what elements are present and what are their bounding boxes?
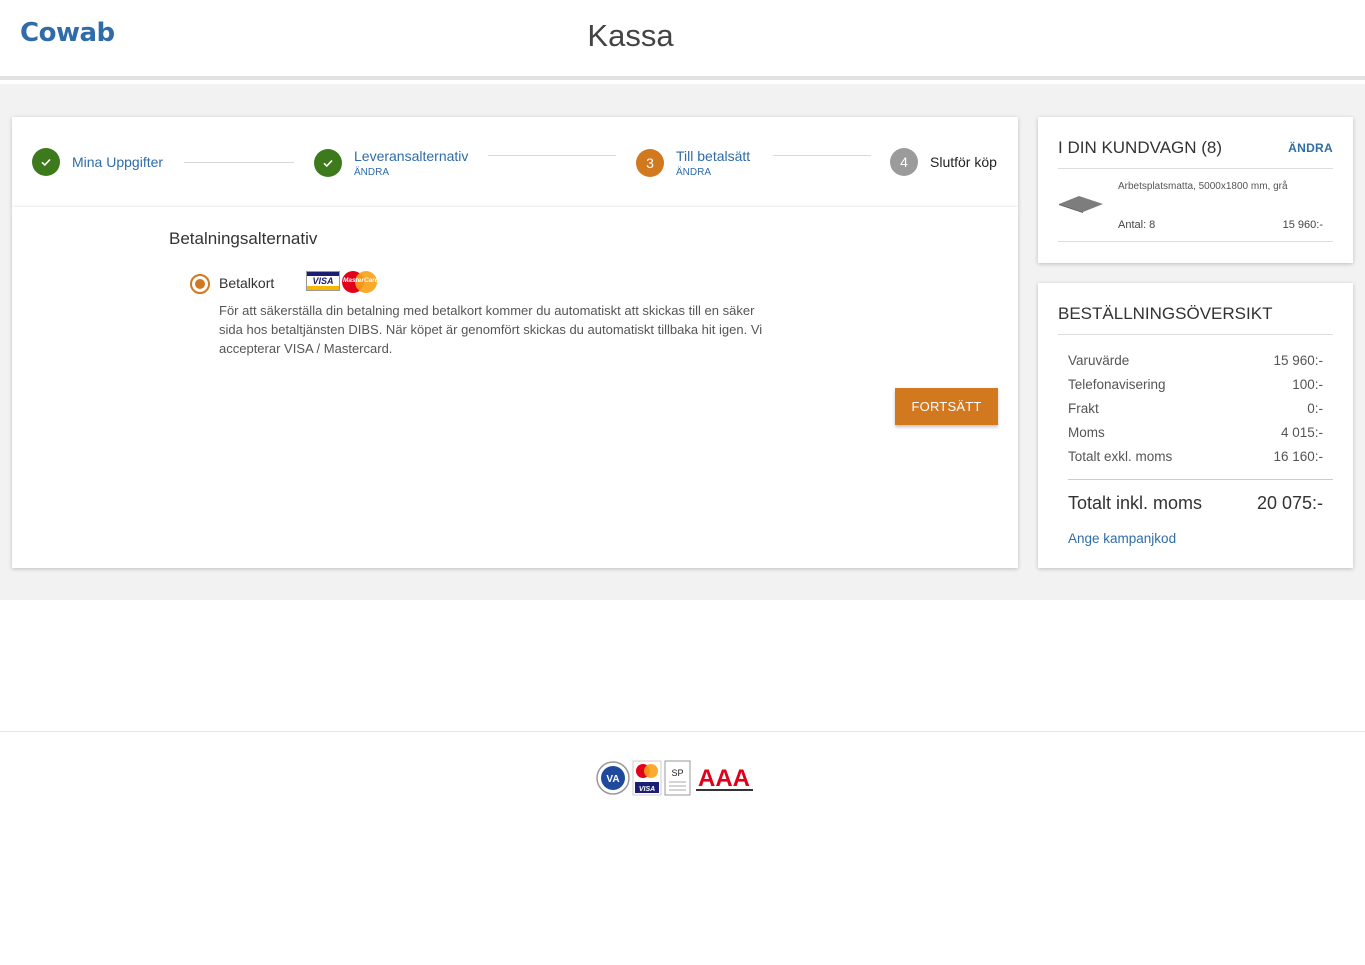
step-label: Leveransalternativ <box>354 148 469 164</box>
summary-row: Totalt exkl. moms 16 160:- <box>1068 449 1323 464</box>
cart-item-qty: Antal: 8 <box>1118 219 1156 231</box>
step-connector <box>773 155 871 156</box>
continue-button[interactable]: FORTSÄTT <box>895 388 998 425</box>
cart-panel: I DIN KUNDVAGN (8) ÄNDRA Arbetsplatsmatt… <box>1038 117 1353 263</box>
step-label: Mina Uppgifter <box>72 154 164 170</box>
mastercard-logo: MasterCard <box>342 271 379 293</box>
cart-edit-link[interactable]: ÄNDRA <box>1288 141 1333 155</box>
page-header: Cowab Kassa <box>0 0 1365 80</box>
check-icon <box>32 148 60 176</box>
product-image[interactable] <box>1059 195 1103 218</box>
payment-description: För att säkerställa din betalning med be… <box>219 303 763 356</box>
order-summary: BESTÄLLNINGSÖVERSIKT Varuvärde 15 960:- T… <box>1038 283 1353 568</box>
step-slutfor-kop: 4 Slutför köp <box>890 148 997 176</box>
summary-row: Varuvärde 15 960:- <box>1068 353 1323 368</box>
check-icon <box>314 149 342 177</box>
step-mina-uppgifter[interactable]: Mina Uppgifter <box>32 148 163 176</box>
cart-title: I DIN KUNDVAGN (8) <box>1058 138 1223 157</box>
step-number: 4 <box>890 148 918 176</box>
step-connector <box>488 155 616 156</box>
step-label: Slutför köp <box>930 154 997 170</box>
footer-divider <box>0 731 1365 732</box>
payment-radio-betalkort[interactable] <box>190 274 210 294</box>
summary-row: Telefonavisering 100:- <box>1068 377 1323 392</box>
payment-title: Betalningsalternativ <box>169 229 318 248</box>
divider <box>1058 168 1333 169</box>
svg-text:VISA: VISA <box>639 786 655 793</box>
trust-badges: VA VISA SP AAA <box>596 760 753 796</box>
summary-title: BESTÄLLNINGSÖVERSIKT <box>1058 304 1273 323</box>
sp-cert-icon: SP <box>664 760 691 796</box>
divider <box>1058 241 1333 242</box>
svg-text:VA: VA <box>606 774 619 785</box>
step-label: Till betalsätt <box>676 148 751 164</box>
payment-option-label[interactable]: Betalkort <box>219 275 274 291</box>
visa-logo: VISA <box>306 271 340 291</box>
checkout-steps: Mina Uppgifter Leveransalternativ ÄNDRA … <box>12 117 1018 207</box>
va-badge-icon: VA <box>596 761 630 795</box>
page-title: Kassa <box>587 18 674 53</box>
svg-text:SP: SP <box>671 768 683 778</box>
summary-row: Moms 4 015:- <box>1068 425 1323 440</box>
divider <box>1058 334 1333 335</box>
payment-section: Betalningsalternativ Betalkort VISA Mast… <box>12 207 1018 568</box>
cart-item-name[interactable]: Arbetsplatsmatta, 5000x1800 mm, grå <box>1118 181 1288 192</box>
cart-item-price: 15 960:- <box>1282 219 1323 231</box>
aaa-rating-icon: AAA <box>696 765 753 792</box>
step-leveransalternativ[interactable]: Leveransalternativ ÄNDRA <box>314 148 468 178</box>
summary-row: Frakt 0:- <box>1068 401 1323 416</box>
promo-code-link[interactable]: Ange kampanjkod <box>1068 531 1176 546</box>
step-till-betalsatt[interactable]: 3 Till betalsätt ÄNDRA <box>636 148 750 178</box>
card-badge-icon: VISA <box>632 760 662 796</box>
step-number: 3 <box>636 149 664 177</box>
step-edit-link[interactable]: ÄNDRA <box>354 167 468 178</box>
svg-text:AAA: AAA <box>698 765 750 792</box>
summary-total: Totalt inkl. moms 20 075:- <box>1068 493 1323 513</box>
step-edit-link[interactable]: ÄNDRA <box>676 167 750 178</box>
divider <box>1068 479 1333 480</box>
step-connector <box>184 162 294 163</box>
